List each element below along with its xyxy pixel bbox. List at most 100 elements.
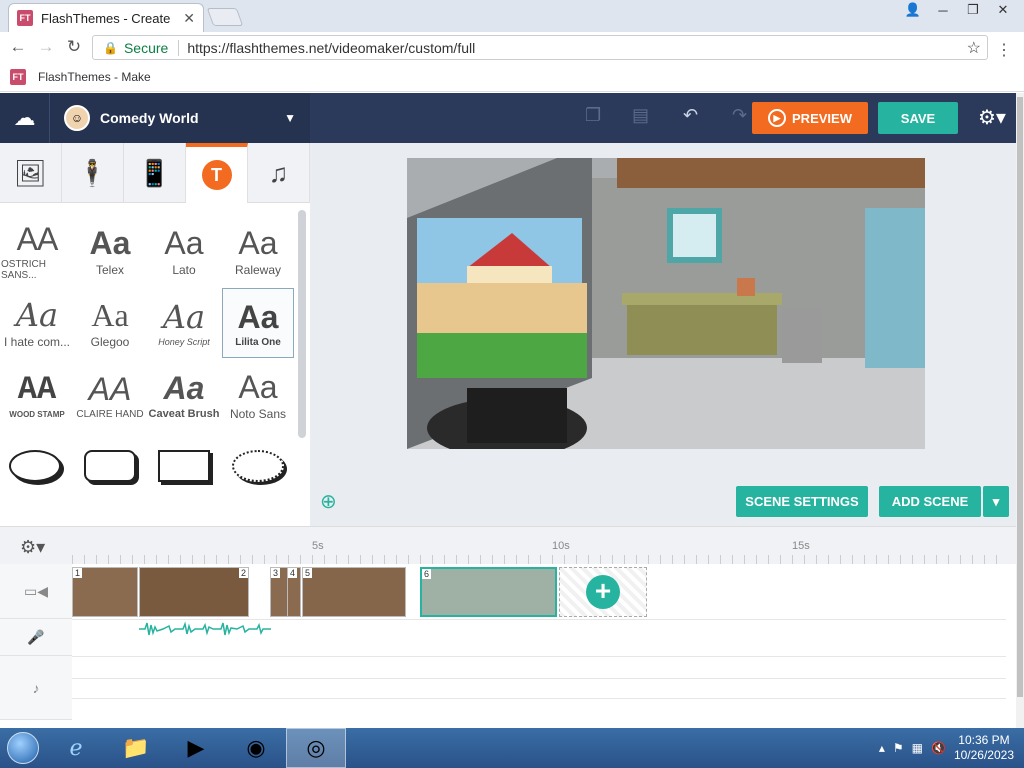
add-scene-dropdown-icon[interactable]: ▾ — [983, 486, 1009, 517]
theme-name: Comedy World — [100, 110, 199, 126]
scene-illustration — [407, 158, 925, 449]
save-button[interactable]: SAVE — [878, 102, 958, 134]
forward-icon[interactable]: → — [32, 37, 60, 57]
tick-label: 10s — [552, 540, 570, 552]
font-item[interactable]: Aa Noto Sans — [222, 360, 294, 430]
explorer-folder-icon[interactable]: 📁 — [106, 728, 166, 768]
asset-tabs: 🖼 🕴 📱 T ♫ — [0, 143, 310, 203]
redo-icon[interactable]: ↷ — [732, 105, 747, 126]
url-text: https://flashthemes.net/videomaker/custo… — [187, 39, 476, 56]
font-item-selected[interactable]: Aa Lilita One — [222, 288, 294, 358]
thought-bubble[interactable] — [232, 450, 284, 482]
volume-muted-icon[interactable]: 🔇 — [931, 741, 946, 755]
new-tab-button[interactable] — [206, 8, 244, 26]
font-item[interactable]: Aa Lato — [148, 216, 220, 286]
speech-bubble-square[interactable] — [158, 450, 210, 482]
media-player-icon[interactable]: ▶ — [166, 728, 226, 768]
plus-icon: + — [586, 575, 620, 609]
network-icon[interactable]: ▦ — [912, 741, 923, 755]
theme-selector[interactable]: ☁ ☺ Comedy World ▼ — [0, 93, 310, 143]
chevron-down-icon[interactable]: ▼ — [284, 111, 296, 125]
scene-clip[interactable]: 1 — [72, 567, 138, 617]
timeline-tracks: ▭◀ 🎤 ♪ 1 2 3 4 5 6 — [0, 564, 1016, 720]
os-taskbar: ℯ 📁 ▶ ◉ ◎ ▴ ⚑ ▦ 🔇 10:36 PM 10/26/2023 — [0, 728, 1024, 768]
tab-title: FlashThemes - Create — [41, 10, 171, 26]
back-icon[interactable]: ← — [4, 37, 32, 57]
browser-menu-icon[interactable]: ⋮ — [996, 40, 1012, 60]
page-scrollbar[interactable] — [1016, 93, 1024, 728]
settings-gear-icon[interactable]: ⚙▾ — [978, 105, 1006, 130]
system-tray: ▴ ⚑ ▦ 🔇 10:36 PM 10/26/2023 — [879, 733, 1024, 763]
paste-icon[interactable]: ▤ — [632, 105, 649, 126]
scene-clip[interactable]: 2 — [139, 567, 249, 617]
timeline-settings-icon[interactable]: ⚙▾ — [20, 537, 45, 558]
minimize-button[interactable]: ─ — [928, 0, 958, 20]
secure-label: Secure — [123, 39, 169, 56]
scene-clip[interactable]: 4 — [287, 567, 301, 617]
font-item[interactable]: Aa Telex — [74, 216, 146, 286]
zoom-in-icon[interactable]: ⊕ — [320, 489, 344, 513]
action-center-icon[interactable]: ⚑ — [893, 741, 904, 755]
chrome-active-icon[interactable]: ◎ — [286, 728, 346, 768]
user-icon[interactable]: 👤 — [898, 0, 928, 20]
bookmark-favicon: FT — [10, 68, 26, 85]
scene-clip-selected[interactable]: 6 — [420, 567, 557, 617]
play-icon: ▶ — [768, 109, 787, 127]
browser-toolbar: ← → ↻ 🔒 Secure https://flashthemes.net/v… — [0, 32, 1024, 62]
scene-clip[interactable]: 5 — [302, 567, 406, 617]
speech-bubble-round[interactable] — [9, 450, 61, 482]
upload-cloud-icon[interactable]: ☁ — [0, 93, 50, 143]
start-button[interactable] — [0, 728, 46, 768]
text-icon[interactable]: T — [186, 143, 248, 203]
browser-tab[interactable]: FT FlashThemes - Create ✕ — [8, 3, 204, 32]
window-controls: 👤 ─ ❐ ✕ — [898, 0, 1018, 20]
browser-tabstrip: FT FlashThemes - Create ✕ 👤 ─ ❐ ✕ — [0, 0, 1024, 32]
scene-settings-button[interactable]: SCENE SETTINGS — [736, 486, 868, 517]
add-scene-button[interactable]: ADD SCENE — [879, 486, 981, 517]
tick-label: 5s — [312, 540, 324, 552]
music-icon[interactable]: ♫ — [248, 143, 310, 203]
app-header: ☁ ☺ Comedy World ▼ ❐ ▤ ↶ ↷ ▶ PREVIEW SAV… — [0, 93, 1016, 143]
font-item[interactable]: AA WOOD STAMP — [1, 360, 73, 430]
video-track-icon: ▭◀ — [0, 564, 72, 619]
lock-icon: 🔒 — [103, 40, 118, 55]
font-item[interactable]: Aa Glegoo — [74, 288, 146, 358]
font-item[interactable]: Aa Honey Script — [148, 288, 220, 358]
timeline-header: ⚙▾ 5s 10s 15s — [0, 526, 1016, 565]
font-item[interactable]: AA CLAIRE HAND — [74, 360, 146, 430]
font-item[interactable]: Aa I hate com... — [1, 288, 73, 358]
speech-bubble-rounded[interactable] — [84, 450, 136, 482]
close-window-button[interactable]: ✕ — [988, 0, 1018, 20]
add-scene-placeholder[interactable]: + — [559, 567, 647, 617]
tick-label: 15s — [792, 540, 810, 552]
avatar: ☺ — [64, 105, 90, 131]
bookmarks-bar: FT FlashThemes - Make — [0, 62, 1024, 92]
image-icon[interactable]: 🖼 — [0, 143, 62, 203]
font-grid: AA OSTRICH SANS... Aa Telex Aa Lato Aa Ralew… — [0, 210, 296, 524]
voice-waveform[interactable] — [139, 620, 271, 638]
favicon: FT — [17, 10, 33, 26]
character-icon[interactable]: 🕴 — [62, 143, 124, 203]
copy-icon[interactable]: ❐ — [585, 105, 601, 126]
bookmark-item[interactable]: FlashThemes - Make — [38, 70, 151, 84]
preview-button[interactable]: ▶ PREVIEW — [752, 102, 868, 134]
voice-track-icon: 🎤 — [0, 619, 72, 656]
chrome-icon[interactable]: ◉ — [226, 728, 286, 768]
close-tab-icon[interactable]: ✕ — [183, 10, 195, 27]
bookmark-star-icon[interactable]: ☆ — [967, 38, 981, 58]
restore-button[interactable]: ❐ — [958, 0, 988, 20]
tray-arrow-icon[interactable]: ▴ — [879, 741, 885, 755]
font-item[interactable]: AA OSTRICH SANS... — [1, 216, 73, 286]
windows-logo-icon — [7, 732, 39, 764]
font-item[interactable]: Aa Caveat Brush — [148, 360, 220, 430]
address-bar[interactable]: 🔒 Secure https://flashthemes.net/videoma… — [92, 35, 988, 60]
music-track-icon: ♪ — [0, 656, 72, 720]
font-panel-scrollbar[interactable] — [298, 210, 306, 438]
undo-icon[interactable]: ↶ — [683, 105, 698, 126]
font-item[interactable]: Aa Raleway — [222, 216, 294, 286]
phone-icon[interactable]: 📱 — [124, 143, 186, 203]
clock[interactable]: 10:36 PM 10/26/2023 — [954, 733, 1014, 763]
reload-icon[interactable]: ↻ — [60, 37, 88, 57]
scene-canvas[interactable] — [407, 158, 925, 449]
ie-icon[interactable]: ℯ — [46, 728, 106, 768]
